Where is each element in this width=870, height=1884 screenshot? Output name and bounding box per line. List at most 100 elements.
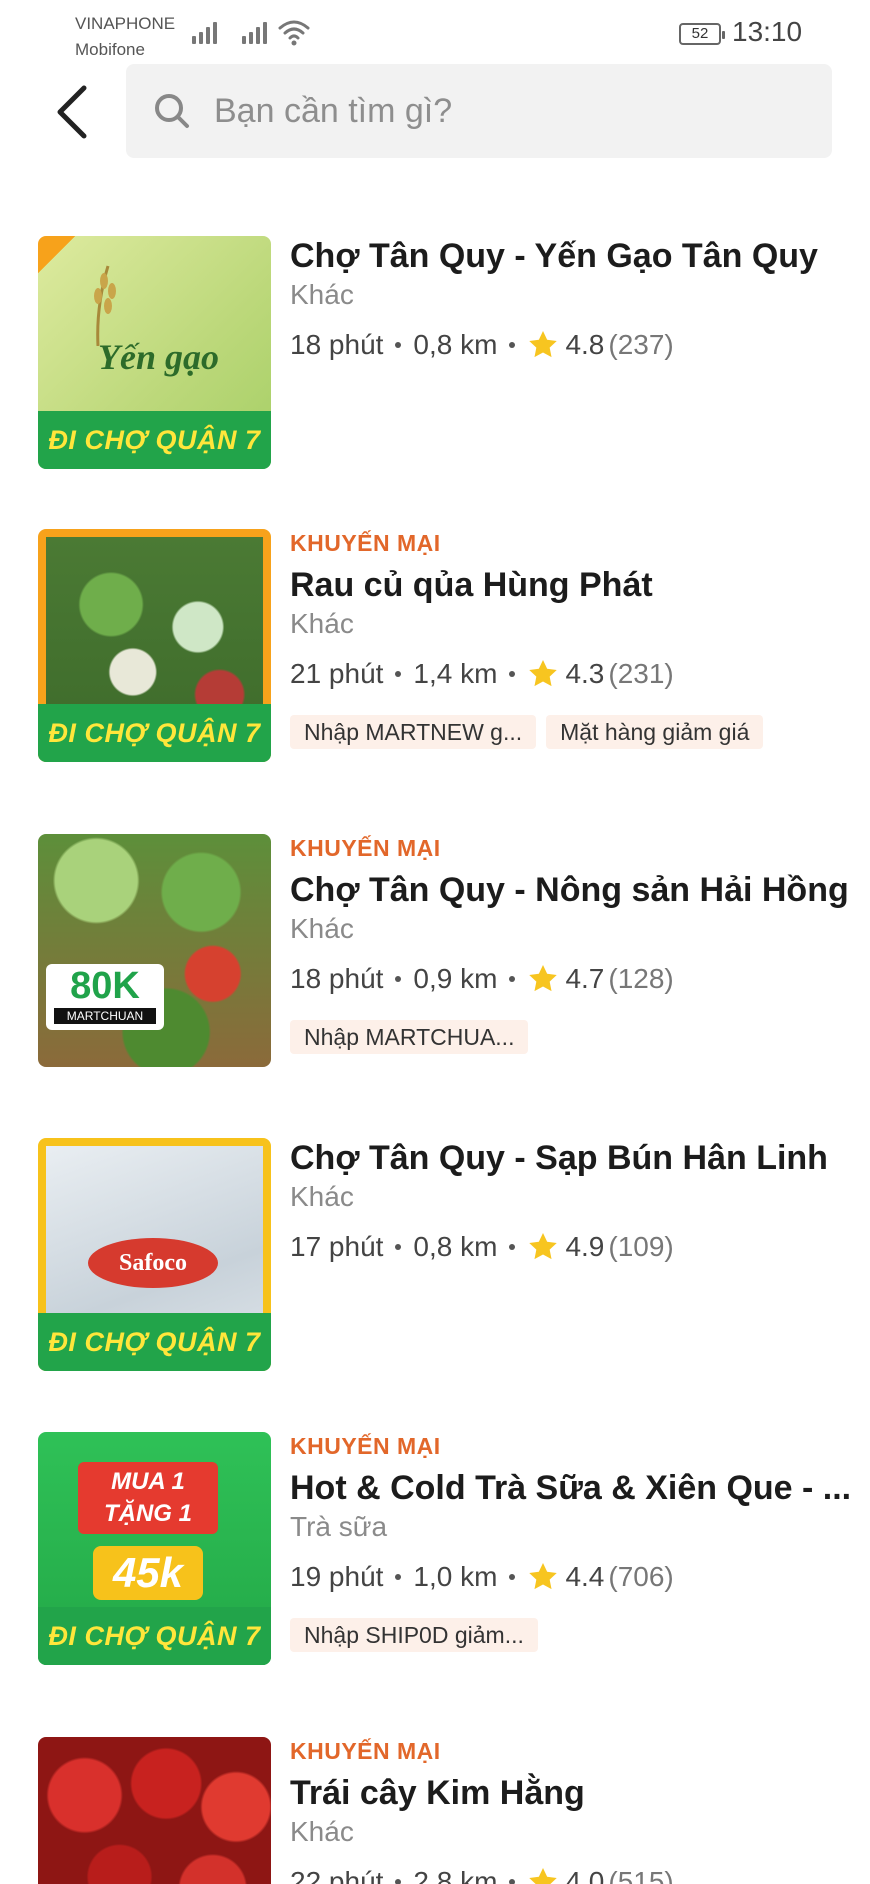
- review-count: (515): [608, 1866, 674, 1884]
- store-item[interactable]: KHUYẾN MẠI Trái cây Kim Hằng Khác 22 phú…: [0, 1737, 870, 1884]
- promo-label: KHUYẾN MẠI: [290, 530, 441, 556]
- delivery-time: 22 phút: [290, 1866, 384, 1884]
- battery-icon: 52: [679, 23, 725, 45]
- store-item[interactable]: Yến gạo ĐI CHỢ QUẬN 7 Chợ Tân Quy - Yến …: [0, 236, 870, 476]
- rating: 4.3: [565, 658, 605, 689]
- delivery-time: 17 phút: [290, 1231, 384, 1262]
- store-meta: 17 phút 0,8 km 4.9 (109): [290, 1230, 870, 1264]
- star-icon: [529, 1563, 558, 1590]
- store-info: Chợ Tân Quy - Sạp Bún Hân Linh Khác 17 p…: [290, 1138, 870, 1264]
- thumb-logo-text: Safoco: [88, 1238, 218, 1288]
- star-icon: [529, 1233, 558, 1260]
- tag-list: Nhập MARTCHUA...: [290, 1020, 870, 1054]
- distance: 0,8 km: [413, 329, 498, 360]
- store-category: Khác: [290, 608, 354, 639]
- rating: 4.0: [565, 1866, 605, 1884]
- store-meta: 21 phút 1,4 km 4.3 (231): [290, 657, 870, 691]
- search-input[interactable]: Bạn cần tìm gì?: [126, 64, 832, 158]
- store-meta: 22 phút 2,8 km 4.0 (515): [290, 1865, 870, 1884]
- badge-amount: 80K: [70, 965, 140, 1007]
- carrier-1: VINAPHONE: [75, 14, 176, 33]
- store-info: KHUYẾN MẠI Hot & Cold Trà Sữa & Xiên Que…: [290, 1432, 870, 1652]
- store-name: Rau củ qủa Hùng Phát: [290, 566, 653, 604]
- distance: 1,4 km: [413, 658, 498, 689]
- promo-tag: Nhập MARTNEW g...: [290, 715, 537, 749]
- store-meta: 18 phút 0,8 km 4.8 (237): [290, 328, 870, 362]
- distance: 1,0 km: [413, 1561, 498, 1592]
- thumb-banner: ĐI CHỢ QUẬN 7: [38, 411, 271, 469]
- store-item[interactable]: Safoco ĐI CHỢ QUẬN 7 Chợ Tân Quy - Sạp B…: [0, 1138, 870, 1378]
- promo-tag: Mặt hàng giảm giá: [546, 715, 764, 749]
- thumb-promo: MUA 1 TẶNG 1 45k: [78, 1462, 218, 1600]
- thumb-promo-text: MUA 1 TẶNG 1: [78, 1462, 218, 1534]
- distance: 0,8 km: [413, 1231, 498, 1262]
- distance: 2,8 km: [413, 1866, 498, 1884]
- store-thumbnail: ĐI CHỢ QUẬN 7: [38, 529, 271, 762]
- promo-label: KHUYẾN MẠI: [290, 835, 441, 861]
- rating: 4.7: [565, 963, 605, 994]
- star-icon: [529, 660, 558, 687]
- carrier-2: Mobifone: [75, 40, 145, 59]
- thumb-banner: ĐI CHỢ QUẬN 7: [38, 1607, 271, 1665]
- store-thumbnail: Safoco ĐI CHỢ QUẬN 7: [38, 1138, 271, 1371]
- rice-icon: [94, 265, 116, 346]
- store-info: Chợ Tân Quy - Yến Gạo Tân Quy Khác 18 ph…: [290, 236, 870, 362]
- tag-list: Nhập MARTNEW g... Mặt hàng giảm giá: [290, 715, 870, 749]
- review-count: (706): [608, 1561, 674, 1592]
- store-thumbnail: MUA 1 TẶNG 1 45k ĐI CHỢ QUẬN 7: [38, 1432, 271, 1665]
- store-item[interactable]: ĐI CHỢ QUẬN 7 KHUYẾN MẠI Rau củ qủa Hùng…: [0, 529, 870, 779]
- store-item[interactable]: 80K MARTCHUAN KHUYẾN MẠI Chợ Tân Quy - N…: [0, 834, 870, 1084]
- store-category: Trà sữa: [290, 1511, 388, 1542]
- review-count: (128): [608, 963, 674, 994]
- promo-tag: Nhập SHIP0D giảm...: [290, 1618, 538, 1652]
- review-count: (231): [608, 658, 674, 689]
- store-item[interactable]: MUA 1 TẶNG 1 45k ĐI CHỢ QUẬN 7 KHUYẾN MẠ…: [0, 1432, 870, 1682]
- search-placeholder: Bạn cần tìm gì?: [214, 91, 453, 130]
- delivery-time: 18 phút: [290, 329, 384, 360]
- store-info: KHUYẾN MẠI Trái cây Kim Hằng Khác 22 phú…: [290, 1737, 870, 1884]
- signal-icon: [192, 20, 217, 44]
- star-icon: [529, 331, 558, 358]
- carrier-names: VINAPHONE Mobifone: [75, 11, 175, 63]
- store-thumbnail: Yến gạo ĐI CHỢ QUẬN 7: [38, 236, 271, 469]
- tag-list: Nhập SHIP0D giảm...: [290, 1618, 870, 1652]
- store-info: KHUYẾN MẠI Rau củ qủa Hùng Phát Khác 21 …: [290, 529, 870, 749]
- promo-label: KHUYẾN MẠI: [290, 1433, 441, 1459]
- rating: 4.9: [565, 1231, 605, 1262]
- status-bar: VINAPHONE Mobifone 52 13:10: [0, 0, 870, 62]
- star-icon: [529, 965, 558, 992]
- store-meta: 19 phút 1,0 km 4.4 (706): [290, 1560, 870, 1594]
- thumb-banner: ĐI CHỢ QUẬN 7: [38, 1313, 271, 1371]
- clock: 13:10: [732, 16, 803, 47]
- screen: VINAPHONE Mobifone 52 13:10 Bạn cần tìm …: [0, 0, 870, 1884]
- store-name: Chợ Tân Quy - Sạp Bún Hân Linh: [290, 1139, 828, 1177]
- rating: 4.8: [565, 329, 605, 360]
- thumb-banner: ĐI CHỢ QUẬN 7: [38, 704, 271, 762]
- promo-label: KHUYẾN MẠI: [290, 1738, 441, 1764]
- star-icon: [529, 1868, 558, 1884]
- store-name: Hot & Cold Trà Sữa & Xiên Que - ...: [290, 1469, 852, 1507]
- delivery-time: 18 phút: [290, 963, 384, 994]
- review-count: (237): [608, 329, 674, 360]
- store-category: Khác: [290, 1181, 354, 1212]
- signal-icon-2: [242, 20, 267, 44]
- store-name: Trái cây Kim Hằng: [290, 1774, 585, 1812]
- search-icon: [155, 94, 189, 128]
- back-arrow-icon[interactable]: [50, 82, 98, 142]
- review-count: (109): [608, 1231, 674, 1262]
- thumb-price: 45k: [93, 1546, 203, 1600]
- distance: 0,9 km: [413, 963, 498, 994]
- store-thumbnail: 80K MARTCHUAN: [38, 834, 271, 1067]
- store-category: Khác: [290, 1816, 354, 1847]
- rating: 4.4: [565, 1561, 605, 1592]
- discount-badge: 80K MARTCHUAN: [46, 964, 164, 1030]
- store-thumbnail: [38, 1737, 271, 1884]
- delivery-time: 21 phút: [290, 658, 384, 689]
- store-category: Khác: [290, 279, 354, 310]
- store-name: Chợ Tân Quy - Yến Gạo Tân Quy: [290, 237, 818, 275]
- badge-code: MARTCHUAN: [54, 1008, 156, 1024]
- wifi-icon: [278, 20, 310, 46]
- delivery-time: 19 phút: [290, 1561, 384, 1592]
- store-name: Chợ Tân Quy - Nông sản Hải Hồng: [290, 871, 849, 909]
- store-category: Khác: [290, 913, 354, 944]
